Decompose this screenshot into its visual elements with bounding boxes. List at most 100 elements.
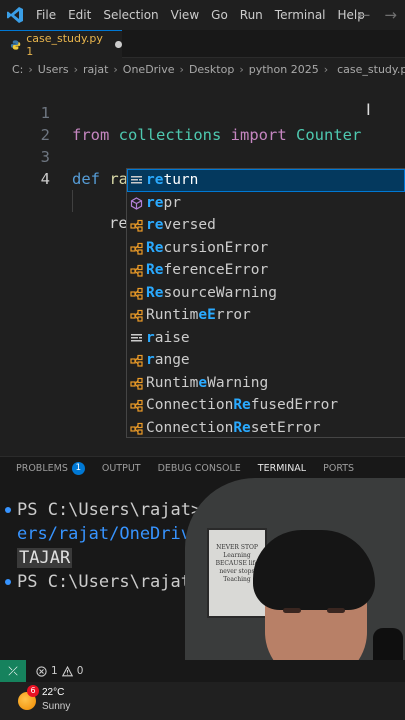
weather-temperature[interactable]: 22°C [42,687,64,698]
class-icon [130,287,143,300]
code-line: 2 [0,102,405,144]
suggestion-item[interactable]: reversed [127,214,405,237]
suggestion-text-post: sourceWarning [163,284,277,301]
suggestion-text-post: fusedError [250,397,339,413]
command-status-dot-icon[interactable] [5,579,11,585]
error-count: 1 [51,665,58,677]
presenter-eye [283,608,301,613]
chevron-right-icon: › [323,62,329,76]
suggestion-match: r [146,352,155,368]
suggestion-item[interactable]: repr [127,192,405,215]
editor-tab-bar: case_study.py 1 [0,30,405,58]
suggestion-item[interactable]: raise [127,327,405,350]
suggestion-item[interactable]: range [127,349,405,372]
menu-run[interactable]: Run [234,0,269,30]
breadcrumb-file[interactable]: case_study.py [337,63,405,76]
vscode-logo-icon[interactable] [0,0,30,30]
suggestion-match: re [146,172,164,188]
breadcrumb-item[interactable]: rajat [83,63,108,76]
menu-bar: File Edit Selection View Go Run Terminal… [30,0,371,30]
suggestion-text-post: versed [163,217,216,233]
suggestion-item[interactable]: ConnectionRefusedError [127,394,405,417]
menu-file[interactable]: File [30,0,62,30]
code-line: 1 from collections import Counter [0,80,405,144]
keyword-icon [131,176,142,184]
suggestion-item[interactable]: ReferenceError [127,259,405,282]
python-file-icon [10,39,21,50]
command-status-dot-icon[interactable] [5,507,11,513]
suggestion-text-post: ange [154,352,190,368]
breadcrumb-item[interactable]: OneDrive [123,63,175,76]
method-icon [130,196,143,210]
notification-badge: 6 [27,685,39,697]
class-icon [130,354,143,367]
error-icon [36,665,47,677]
chevron-right-icon: › [28,62,33,76]
suggestion-match: Re [146,262,164,278]
suggestion-match: re [146,194,164,211]
breadcrumb-item[interactable]: Users [38,63,69,76]
suggestion-text-pre: Runtim [146,307,199,323]
tab-output[interactable]: OUTPUT [102,457,141,481]
suggestion-item[interactable]: RuntimeError [127,304,405,327]
terminal-output: TAJAR [17,548,73,568]
breadcrumb-item[interactable]: Desktop [189,63,234,76]
warning-count: 0 [76,665,84,677]
suggestion-match: Re [146,239,164,256]
suggestion-item[interactable]: RecursionError [127,237,405,260]
mouse-ibeam-icon: I [366,100,371,119]
panel-tab-bar: PROBLEMS 1 OUTPUT DEBUG CONSOLE TERMINAL … [0,456,405,481]
menu-terminal[interactable]: Terminal [269,0,332,30]
terminal-line: TAJAR [17,546,73,570]
suggestion-text-post: Warning [207,374,269,391]
class-icon [130,309,143,322]
tab-ports[interactable]: PORTS [323,457,354,481]
chevron-right-icon: › [113,62,118,76]
breadcrumb-item[interactable]: python 2025 [249,63,319,76]
suggestion-text-post: rror [215,307,251,323]
class-icon [130,399,143,412]
taskbar: 6 22°C Sunny [0,682,405,720]
class-icon [130,242,143,255]
suggestion-match: re [146,217,164,233]
suggestion-item[interactable]: return [127,169,405,192]
terminal-line: PS C:\Users\rajat [17,572,191,592]
weather-condition[interactable]: Sunny [42,701,70,712]
keyword-icon [131,333,142,341]
keyword-def: def [72,170,100,188]
warning-icon [61,665,73,676]
presenter-eye [327,608,345,613]
remote-indicator-icon[interactable]: ⤫ [0,660,26,682]
forward-arrow-icon[interactable]: → [384,6,397,24]
menu-go[interactable]: Go [205,0,234,30]
suggestion-text-post: turn [163,172,199,188]
suggestion-text-pre: Runtim [146,374,199,391]
suggestion-item[interactable]: ResourceWarning [127,282,405,305]
status-bar: ⤫ 1 0 [0,660,405,682]
suggestion-text-post: setError [250,419,321,436]
suggestion-item[interactable]: ConnectionResetError [127,417,405,440]
typed-text: re [109,214,128,232]
menu-view[interactable]: View [165,0,205,30]
title-bar: File Edit Selection View Go Run Terminal… [0,0,405,30]
suggestion-match: Re [146,284,164,301]
autocomplete-dropdown: return repr reversed RecursionError Refe… [126,168,405,438]
breadcrumb-item[interactable]: C: [12,63,23,76]
tab-case-study[interactable]: case_study.py 1 [0,30,123,58]
back-arrow-icon[interactable]: ← [358,6,371,24]
menu-edit[interactable]: Edit [62,0,97,30]
problems-status[interactable]: 1 0 [36,665,83,677]
problems-count-badge: 1 [71,461,85,475]
history-navigation: ← → [358,0,397,30]
suggestion-match: r [146,329,155,346]
menu-selection[interactable]: Selection [97,0,164,30]
code-line: 3 def rajat(lst): [0,124,405,188]
presenter-hair [253,530,375,610]
tab-problems[interactable]: PROBLEMS 1 [16,457,85,481]
suggestion-item[interactable]: RuntimeWarning [127,372,405,395]
unsaved-dot-icon[interactable] [115,41,123,48]
suggestion-text-pre: Connection [146,397,234,413]
suggestion-text-post: ferenceError [163,262,269,278]
tab-terminal[interactable]: TERMINAL [257,457,307,481]
tab-debug-console[interactable]: DEBUG CONSOLE [158,457,241,481]
